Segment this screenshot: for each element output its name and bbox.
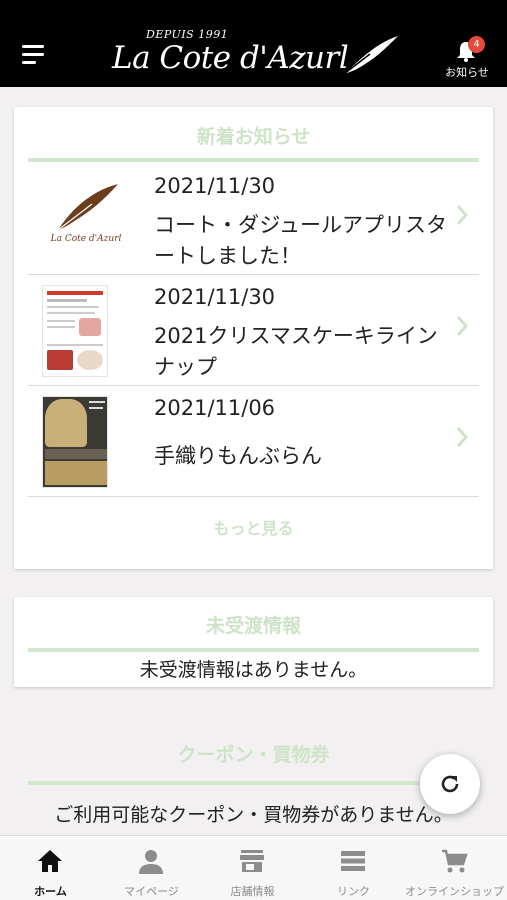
- chevron-right-icon: [456, 316, 468, 336]
- feather-icon: [57, 184, 118, 231]
- undelivered-empty-message: 未受渡情報はありません。: [139, 659, 368, 681]
- undelivered-title-rule: [28, 648, 479, 652]
- notification-count-badge: 4: [468, 36, 485, 53]
- news-title-rule: [28, 158, 479, 162]
- list-icon: [341, 851, 365, 871]
- notifications-button[interactable]: 4 お知らせ: [440, 36, 494, 80]
- tab-label: 店舗情報: [230, 885, 275, 898]
- news-title: コート・ダジュールアプリスタートしました！: [154, 213, 447, 268]
- undelivered-card: 未受渡情報 未受渡情報はありません。: [14, 597, 493, 687]
- more-news-link[interactable]: もっと見る: [14, 515, 493, 539]
- menu-icon[interactable]: [22, 45, 46, 67]
- feather-icon: [343, 36, 398, 75]
- tab-store-info[interactable]: 店舗情報: [202, 836, 303, 900]
- chevron-right-icon: [456, 427, 468, 447]
- home-icon: [38, 850, 62, 872]
- logo-wordmark: La Cote d'Azurl: [112, 40, 349, 76]
- news-section-title: 新着お知らせ: [196, 126, 311, 148]
- news-title: 手織りもんぶらん: [154, 444, 322, 468]
- notifications-label: お知らせ: [445, 66, 489, 79]
- coupon-title-rule: [28, 781, 479, 785]
- chevron-right-icon: [456, 205, 468, 225]
- tab-links[interactable]: リンク: [303, 836, 404, 900]
- tab-label: ホーム: [34, 885, 67, 898]
- news-date: 2021/11/06: [154, 396, 276, 420]
- tab-mypage[interactable]: マイページ: [101, 836, 202, 900]
- tab-label: オンラインショップ: [405, 885, 504, 898]
- tab-label: リンク: [337, 885, 370, 898]
- tab-label: マイページ: [124, 885, 179, 898]
- news-date: 2021/11/30: [154, 285, 276, 309]
- bottom-tab-bar: ホーム マイページ 店舗情報 リンク オンラインショップ: [0, 835, 507, 900]
- mont-blanc-thumbnail: [42, 396, 108, 488]
- tab-online-shop[interactable]: オンラインショップ: [404, 836, 505, 900]
- person-icon: [139, 850, 163, 874]
- refresh-icon: [441, 775, 459, 793]
- store-icon: [240, 850, 264, 872]
- thumbnail-caption: La Cote d'Azurl: [50, 234, 122, 244]
- refresh-button[interactable]: [420, 754, 480, 814]
- christmas-flyer-thumbnail: [42, 285, 108, 377]
- news-item[interactable]: La Cote d'Azurl 2021/11/30 コート・ダジュールアプリス…: [28, 164, 479, 275]
- news-date: 2021/11/30: [154, 174, 276, 198]
- brand-logo: DEPUIS 1991 La Cote d'Azurl: [112, 28, 402, 84]
- app-header: DEPUIS 1991 La Cote d'Azurl 4 お知らせ: [0, 0, 507, 87]
- logo-thumbnail: La Cote d'Azurl: [51, 182, 121, 254]
- cart-icon: [442, 849, 468, 873]
- news-item[interactable]: 2021/11/06 手織りもんぶらん: [28, 386, 479, 497]
- news-card: 新着お知らせ La Cote d'Azurl 2021/11/30 コート・ダジ…: [14, 107, 493, 569]
- news-title: 2021クリスマスケーキラインナップ: [154, 324, 438, 379]
- news-item[interactable]: 2021/11/30 2021クリスマスケーキラインナップ: [28, 275, 479, 386]
- undelivered-section-title: 未受渡情報: [205, 615, 301, 637]
- tab-home[interactable]: ホーム: [0, 836, 101, 900]
